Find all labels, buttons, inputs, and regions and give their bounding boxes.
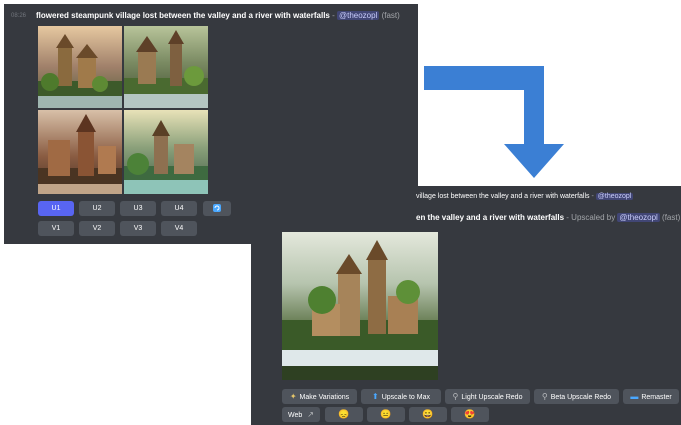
beta-upscale-redo-label: Beta Upscale Redo <box>550 394 612 401</box>
reply-user-mention[interactable]: @theozopl <box>595 193 634 200</box>
variation-button-v2[interactable]: V2 <box>79 221 115 236</box>
magnifier-icon: ⚲ <box>452 392 459 401</box>
variation-button-v1[interactable]: V1 <box>38 221 74 236</box>
disappointed-face-icon: 😞 <box>338 409 350 419</box>
grid-image-2-art <box>124 30 208 108</box>
refresh-button[interactable] <box>203 201 231 216</box>
reaction-button-heart-eyes[interactable]: 😍 <box>451 407 489 422</box>
reply-prompt-text: village lost between the valley and a ri… <box>416 193 590 200</box>
user-mention[interactable]: @theozopl <box>617 213 660 222</box>
grinning-face-icon: 😀 <box>422 409 434 419</box>
make-variations-button[interactable]: ✦ Make Variations <box>282 389 357 404</box>
upscaled-image[interactable] <box>282 232 438 380</box>
refresh-icon <box>213 204 221 212</box>
make-variations-label: Make Variations <box>299 394 350 401</box>
beta-upscale-redo-button[interactable]: ⚲ Beta Upscale Redo <box>534 389 619 404</box>
reply-reference[interactable]: village lost between the valley and a ri… <box>416 192 634 202</box>
mode-label: (fast) <box>381 11 400 20</box>
light-upscale-redo-button[interactable]: ⚲ Light Upscale Redo <box>445 389 530 404</box>
upscale-icon: ⬆ <box>372 392 379 401</box>
magnifier-icon: ⚲ <box>541 392 548 401</box>
upscale-to-max-label: Upscale to Max <box>381 394 430 401</box>
flow-arrow-icon <box>424 66 564 178</box>
message-header: flowered steampunk village lost between … <box>36 11 400 21</box>
prompt-text: en the valley and a river with waterfall… <box>416 213 565 222</box>
remaster-button[interactable]: ▬ Remaster <box>623 389 679 404</box>
prompt-separator: - <box>329 11 337 20</box>
grid-image-2[interactable] <box>124 26 208 108</box>
expressionless-face-icon: 😑 <box>380 409 392 419</box>
upscale-message-panel: village lost between the valley and a ri… <box>251 186 681 425</box>
heart-eyes-face-icon: 😍 <box>464 409 476 419</box>
web-link-button[interactable]: Web ↗ <box>282 407 320 422</box>
grid-image-3-art <box>38 114 122 194</box>
variation-button-v4[interactable]: V4 <box>161 221 197 236</box>
upscaled-image-art <box>282 240 438 380</box>
remaster-icon: ▬ <box>630 392 639 401</box>
message-header: en the valley and a river with waterfall… <box>416 213 680 223</box>
grid-image-4-art <box>124 120 208 194</box>
upscaled-by-label: - Upscaled by <box>564 213 618 222</box>
reply-separator: - <box>589 193 596 200</box>
upscale-button-u1[interactable]: U1 <box>38 201 74 216</box>
reaction-button-disappointed[interactable]: 😞 <box>325 407 363 422</box>
web-label: Web <box>288 412 303 419</box>
upscale-to-max-button[interactable]: ⬆ Upscale to Max <box>361 389 441 404</box>
grid-image-4[interactable] <box>124 110 208 194</box>
external-link-icon: ↗ <box>307 410 314 419</box>
upscale-button-u2[interactable]: U2 <box>79 201 115 216</box>
prompt-text: flowered steampunk village lost between … <box>36 11 330 20</box>
user-mention[interactable]: @theozopl <box>336 11 380 20</box>
message-timestamp: 08:26 <box>11 13 27 19</box>
grid-image-3[interactable] <box>38 110 122 194</box>
reaction-button-grinning[interactable]: 😀 <box>409 407 447 422</box>
light-upscale-redo-label: Light Upscale Redo <box>461 394 523 401</box>
upscale-button-u3[interactable]: U3 <box>120 201 156 216</box>
grid-image-1[interactable] <box>38 26 122 108</box>
reaction-button-expressionless[interactable]: 😑 <box>367 407 405 422</box>
remaster-label: Remaster <box>641 394 672 401</box>
upscale-button-u4[interactable]: U4 <box>161 201 197 216</box>
mode-label: (fast) <box>662 213 681 222</box>
grid-image-1-art <box>38 34 122 108</box>
magic-wand-icon: ✦ <box>289 392 297 401</box>
variation-button-v3[interactable]: V3 <box>120 221 156 236</box>
